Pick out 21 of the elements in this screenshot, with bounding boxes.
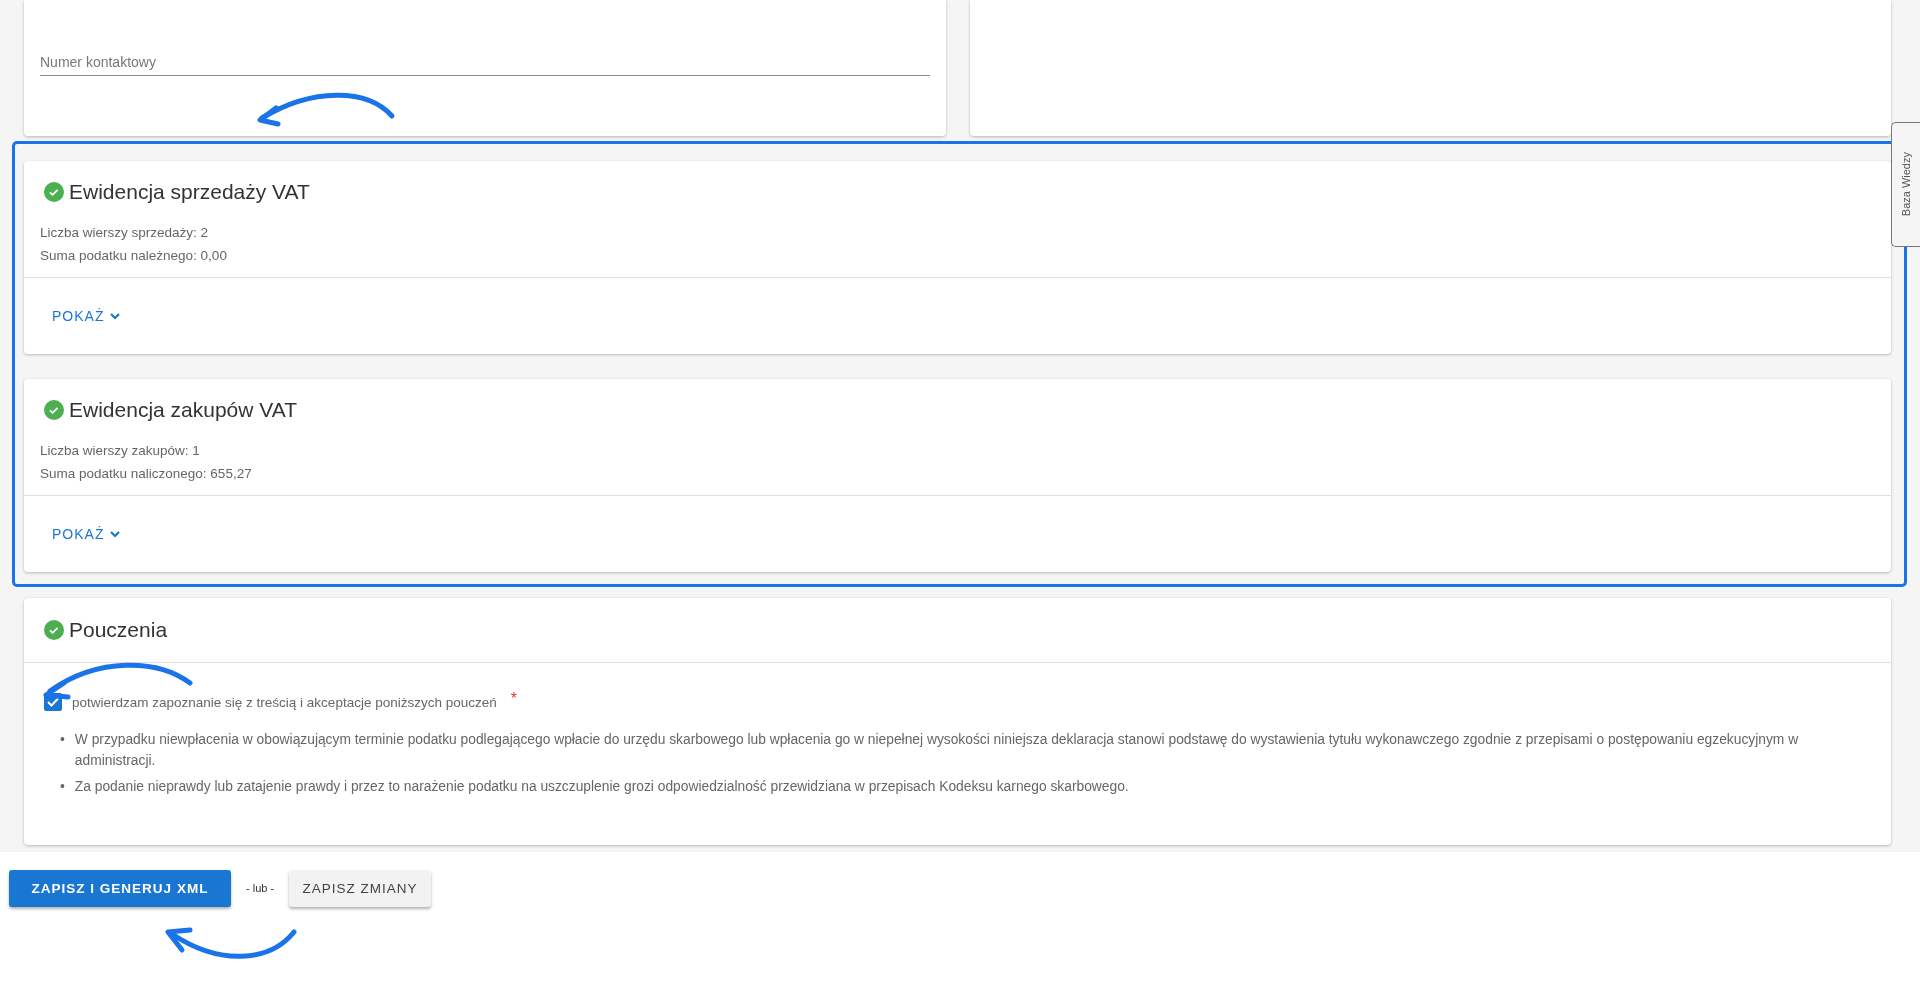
section-title: Ewidencja sprzedaży VAT — [69, 180, 310, 204]
save-button[interactable]: ZAPISZ ZMIANY — [289, 870, 432, 907]
phone-number-field[interactable]: Numer kontaktowy — [40, 50, 930, 76]
required-mark: * — [510, 690, 517, 708]
show-toggle[interactable]: POKAŻ — [40, 302, 135, 330]
summary-text: Suma podatku naliczonego: 655,27 — [40, 465, 253, 483]
show-toggle[interactable]: POKAŻ — [40, 520, 135, 548]
section-title: Pouczenia — [69, 618, 168, 642]
separator-text: - lub - — [246, 881, 275, 896]
section-title: Ewidencja zakupów VAT — [69, 398, 297, 422]
bullet: • — [60, 731, 65, 749]
consent-label: potwierdzam zapoznanie się z treścią i akceptacje poniższych pouczeń — [72, 694, 497, 710]
instruction-item: Za podanie nieprawdy lub zatajenie prawdy i przez to narażenie podatku na uszczuplenie grozi odpowiedzialność przewidziana w przepisach Kodeksu karnego skarbowego. — [74, 778, 1129, 796]
instruction-item: W przypadku niewpłacenia w obowiązującym terminie podatku podlegającego wpłacie do urzędu skarbowego lub wpłacenia go w niepełnej wysokości niniejsza deklaracja stanowi podstawę do wystawienia tytułu wykonawczego zgodnie z przepisami o postępowaniu egzekucyjnym w administracji. — [74, 731, 1800, 770]
bullet: • — [60, 778, 65, 796]
summary-text: Liczba wierszy zakupów: 1 — [40, 442, 201, 460]
knowledge-base-tab[interactable]: Baza Wiedzy — [1891, 122, 1920, 247]
summary-text: Liczba wierszy sprzedaży: 2 — [40, 224, 210, 242]
save-generate-button[interactable]: ZAPISZ I GENERUJ XML — [9, 870, 231, 907]
check-icon — [47, 697, 59, 707]
summary-text: Suma podatku należnego: 0,00 — [40, 247, 228, 265]
